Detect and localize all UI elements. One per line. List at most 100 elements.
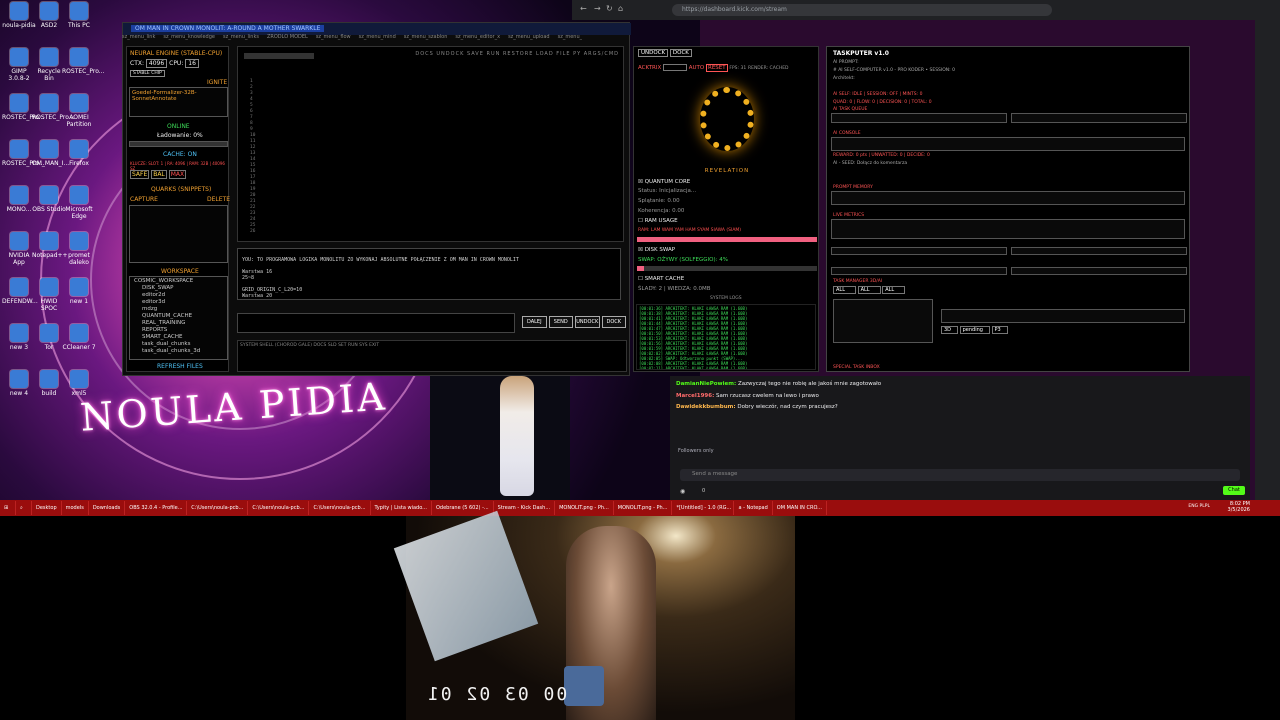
chat-send-button[interactable]: Chat [1223, 486, 1245, 495]
ide-menu-tab[interactable]: sz_menu_mind [359, 34, 396, 40]
ai-console-box[interactable] [831, 137, 1185, 151]
editor-tab[interactable] [244, 53, 314, 59]
taskbar-app[interactable]: MONOLIT.png - Ph... [614, 501, 673, 515]
taskbar-app[interactable]: models [62, 501, 89, 515]
task-detail-box[interactable] [941, 309, 1185, 323]
editor-toolbar[interactable]: DOCS UNDOCK SAVE RUN RESTORE LOAD FILE P… [415, 51, 619, 57]
desktop-icon[interactable]: ROSTEC_Pro... [2, 140, 44, 167]
ide-menu-tab[interactable]: sz_menu_szablon [404, 34, 448, 40]
filter-select[interactable]: ALL [857, 286, 881, 294]
desktop-icon[interactable]: new 4 [2, 370, 36, 397]
refresh-files-button[interactable]: REFRESH FILES [157, 363, 203, 370]
taskbar-app[interactable]: C:\Users\noula-pcb... [187, 501, 249, 515]
desktop-icon[interactable]: CCleaner 7 [62, 324, 96, 351]
taskbar-app[interactable]: OBS 32.0.4 - Profile... [125, 501, 188, 515]
desktop-icon[interactable]: build [32, 370, 66, 397]
desktop-icon[interactable]: Microsoft Edge [62, 186, 96, 220]
taskbar-app[interactable]: Stream - Kick Dash... [494, 501, 556, 515]
taskbar-app[interactable]: Typity | Lista wiado... [371, 501, 432, 515]
dock-button[interactable]: DOCK [601, 316, 626, 328]
safe-button[interactable]: SAFE [130, 170, 150, 179]
ide-menu-tab[interactable]: sz_menu_links [223, 34, 259, 40]
delete-button[interactable]: DELETE [207, 196, 230, 203]
tree-item[interactable]: REPORTS [130, 327, 227, 334]
code-editor[interactable]: DOCS UNDOCK SAVE RUN RESTORE LOAD FILE P… [237, 46, 624, 242]
desktop-icon[interactable]: Recycle Bin [32, 48, 66, 82]
ide-menu-tab[interactable]: ZRODLO MODEL [267, 34, 308, 40]
taskbar-app[interactable]: C:\Users\noula-pcb... [309, 501, 371, 515]
tree-item[interactable]: REAL_TRAINING [130, 320, 227, 327]
desktop-icon[interactable]: new 1 [62, 278, 96, 305]
search-icon[interactable]: ⌕ [16, 501, 32, 515]
desktop-icon[interactable]: new 3 [2, 324, 36, 351]
filter-select[interactable]: ALL [882, 286, 906, 294]
send-button[interactable]: SEND [548, 316, 573, 328]
prompt-memory-box[interactable] [831, 191, 1185, 205]
tree-item[interactable]: task_dual_chunks_3d [130, 348, 227, 355]
language-indicator[interactable]: ENG PLPL [1188, 504, 1210, 509]
undock-button[interactable]: UNDOCK [575, 316, 600, 328]
taskbar-app[interactable]: *[Untitled] - 1.0 (RG... [672, 501, 735, 515]
metric-field[interactable] [831, 247, 1007, 255]
checkbox-icon[interactable]: ☒ [638, 179, 643, 185]
desktop-icon[interactable]: Firefox [62, 140, 96, 167]
task-status-select[interactable]: pending [959, 326, 990, 334]
tree-item[interactable]: editor3d [130, 299, 227, 306]
tree-item[interactable]: SMART_CACHE [130, 334, 227, 341]
desktop-icon[interactable]: This PC [62, 2, 96, 29]
desktop-icon[interactable]: AOMEI Partition [62, 94, 96, 128]
reset-button[interactable]: RESET [706, 64, 728, 72]
taskbar-app[interactable]: Desktop [32, 501, 62, 515]
desktop-icon[interactable]: promet daleko [62, 232, 96, 266]
actrix-select[interactable] [663, 64, 688, 71]
start-icon[interactable]: ⊞ [0, 501, 16, 515]
task-queue-right[interactable] [1011, 113, 1187, 123]
taskbar-app[interactable]: Downloads [89, 501, 126, 515]
ide-menu-tab[interactable]: sz_menu_tasks [558, 34, 582, 40]
filter-select[interactable]: ALL [833, 286, 856, 294]
cpu-input[interactable]: 16 [185, 59, 199, 68]
checkbox-icon[interactable]: ☐ [638, 218, 643, 224]
desktop-icon[interactable]: DEFENDW... [2, 278, 38, 305]
desktop-icon[interactable]: Tor [32, 324, 66, 351]
desktop-icon[interactable]: ASD2 [32, 2, 66, 29]
checkbox-icon[interactable]: ☒ [638, 247, 643, 253]
desktop-icon[interactable]: OM_MAN_I... [32, 140, 69, 167]
metric-field[interactable] [1011, 267, 1187, 275]
metric-field[interactable] [1011, 247, 1187, 255]
forward-icon[interactable]: → [594, 4, 601, 13]
task-list[interactable] [833, 299, 933, 343]
desktop-icon[interactable]: xml5 [62, 370, 96, 397]
desktop-icon[interactable]: ROSTEC_Pro... [62, 48, 104, 75]
desktop-icon[interactable]: MONO... [2, 186, 36, 213]
taskbar-clock[interactable]: 8:02 PM 3/5/2026 [1228, 501, 1250, 513]
taskbar-app[interactable]: Odebrane (5 602) -... [432, 501, 494, 515]
url-bar[interactable]: https://dashboard.kick.com/stream [672, 4, 1052, 16]
ctx-input[interactable]: 4096 [145, 59, 168, 68]
ide-menu-tab[interactable]: sz_menu_knowledge [163, 34, 215, 40]
stable-chip-button[interactable]: STABLE CHIP [130, 70, 165, 77]
max-button[interactable]: MAX [168, 170, 187, 179]
bal-button[interactable]: BAL [151, 170, 167, 179]
capture-button[interactable]: CAPTURE [130, 196, 158, 203]
ignite-button[interactable]: IGNITE [207, 79, 227, 86]
ide-menu-tab[interactable]: sz_menu_upload [508, 34, 550, 40]
taskbar-app[interactable]: a - Notepad [734, 501, 773, 515]
system-shell[interactable]: SYSTEM SHELL (CHOROD GALE) DOCS SLD SET … [237, 340, 627, 372]
metric-field[interactable] [831, 267, 1007, 275]
snippets-list[interactable] [129, 205, 228, 263]
desktop-icon[interactable]: ROSTEC_Pro... [2, 94, 44, 121]
ide-menu-tab[interactable]: sz_menu_editor_x [455, 34, 500, 40]
desktop-icon[interactable]: ROSTEC_Pro... [32, 94, 74, 121]
dock-tab[interactable]: DOCK [669, 49, 692, 57]
dalej-button[interactable]: DALEJ [522, 316, 547, 328]
taskbar-app[interactable]: C:\Users\noula-pcb... [248, 501, 310, 515]
desktop-icon[interactable]: GIMP 3.0.8-2 [2, 48, 36, 82]
tree-item[interactable]: QUANTUM_CACHE [130, 313, 227, 320]
tree-item[interactable]: editor2d [130, 292, 227, 299]
tree-item[interactable]: COSMIC_WORKSPACE [130, 278, 227, 285]
model-select[interactable]: Goedel-Formalizer-32B-SonnetAnnotate [129, 87, 228, 117]
auto-toggle[interactable]: AUTO [689, 65, 704, 71]
desktop-icon[interactable]: Notepad++ [32, 232, 68, 259]
ide-menu-tab[interactable]: sz_menu_link [122, 34, 155, 40]
